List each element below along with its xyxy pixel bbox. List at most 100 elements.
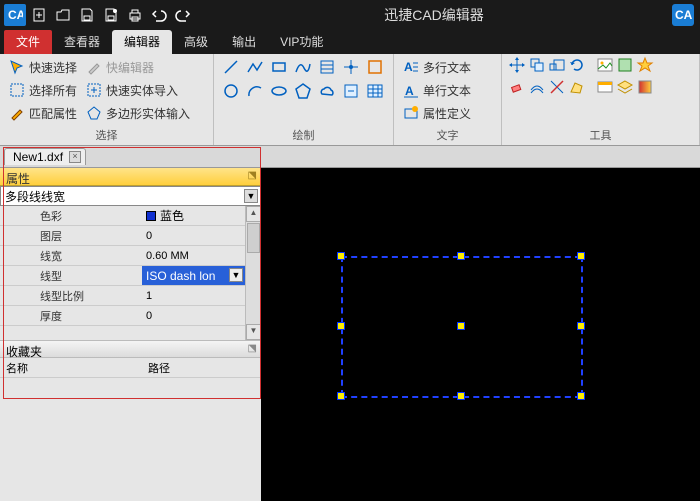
table-icon[interactable] — [364, 80, 386, 102]
scroll-up-icon[interactable]: ▲ — [246, 206, 261, 222]
pin-icon[interactable]: ⬔ — [248, 170, 257, 181]
grip[interactable] — [337, 322, 345, 330]
cursor-icon — [8, 58, 26, 76]
pin-icon[interactable]: ⬔ — [248, 343, 257, 354]
mtext-button[interactable]: A多行文本 — [400, 56, 473, 78]
tab-editor[interactable]: 编辑器 — [112, 30, 172, 54]
app-title: 迅捷CAD编辑器 — [196, 5, 672, 25]
stext-button[interactable]: A单行文本 — [400, 79, 473, 101]
import-icon — [85, 81, 103, 99]
group-label-text: 文字 — [400, 126, 495, 145]
scale-icon[interactable] — [548, 56, 566, 74]
file-tab[interactable]: New1.dxf × — [4, 148, 86, 165]
rect-icon[interactable] — [268, 56, 290, 78]
attdef-icon — [402, 104, 420, 122]
quick-editor-button: 快编辑器 — [83, 56, 192, 78]
attdef-button[interactable]: 属性定义 — [400, 102, 473, 124]
favorites-columns: 名称 路径 — [0, 358, 261, 378]
grip[interactable] — [337, 252, 345, 260]
entity-type-combo[interactable]: 多段线线宽▼ — [0, 186, 261, 206]
new-icon[interactable] — [28, 4, 50, 26]
grip[interactable] — [577, 322, 585, 330]
chevron-down-icon[interactable]: ▼ — [244, 189, 258, 203]
print-icon[interactable] — [124, 4, 146, 26]
tab-file[interactable]: 文件 — [4, 30, 52, 54]
mtext-icon: A — [402, 58, 420, 76]
open-icon[interactable] — [52, 4, 74, 26]
prop-row-linetype[interactable]: 线型ISO dash lon▼ — [0, 266, 245, 286]
scroll-down-icon[interactable]: ▼ — [246, 324, 261, 340]
rotate-icon[interactable] — [568, 56, 586, 74]
undo-icon[interactable] — [148, 4, 170, 26]
saveas-icon[interactable] — [100, 4, 122, 26]
quick-select-button[interactable]: 快速选择 — [6, 56, 79, 78]
grip[interactable] — [577, 392, 585, 400]
move-icon[interactable] — [508, 56, 526, 74]
draw-tools — [220, 56, 386, 126]
spline-icon[interactable] — [292, 56, 314, 78]
circle-icon[interactable] — [220, 80, 242, 102]
grip[interactable] — [337, 392, 345, 400]
tab-advanced[interactable]: 高级 — [172, 30, 220, 54]
gradient-icon[interactable] — [636, 78, 654, 96]
block-icon[interactable] — [616, 56, 634, 74]
prop-row-lineweight[interactable]: 线宽0.60 MM — [0, 246, 245, 266]
pencil-icon — [85, 58, 103, 76]
scrollbar[interactable]: ▲ ▼ — [245, 206, 261, 340]
hatch-icon[interactable] — [316, 56, 338, 78]
file-tab-bar: New1.dxf × — [0, 146, 700, 168]
scroll-thumb[interactable] — [247, 223, 260, 253]
stext-icon: A — [402, 81, 420, 99]
fav-col-path: 路径 — [142, 358, 176, 377]
polygon-entity-button[interactable]: 多边形实体输入 — [83, 102, 192, 124]
image-icon[interactable] — [596, 56, 614, 74]
polyline-icon[interactable] — [244, 56, 266, 78]
close-icon[interactable]: × — [69, 151, 81, 163]
polygon-import-icon — [85, 104, 103, 122]
properties-panel: 属性⬔ 多段线线宽▼ 色彩蓝色 图层0 线宽0.60 MM 线型ISO dash… — [0, 168, 261, 501]
explode-icon[interactable] — [636, 56, 654, 74]
grip[interactable] — [457, 392, 465, 400]
boundary-icon[interactable] — [364, 56, 386, 78]
chevron-down-icon[interactable]: ▼ — [229, 268, 243, 282]
drawing-canvas[interactable] — [261, 168, 700, 501]
tab-vip[interactable]: VIP功能 — [268, 30, 335, 54]
grip[interactable] — [457, 252, 465, 260]
tab-viewer[interactable]: 查看器 — [52, 30, 112, 54]
fav-col-name: 名称 — [0, 358, 142, 377]
polygon-icon[interactable] — [292, 80, 314, 102]
import-entity-button[interactable]: 快速实体导入 — [83, 79, 192, 101]
layer-icon[interactable] — [616, 78, 634, 96]
erase-icon[interactable] — [508, 78, 526, 96]
cad-badge-icon: CAD — [672, 4, 694, 26]
offset-icon[interactable] — [528, 78, 546, 96]
arc-icon[interactable] — [244, 80, 266, 102]
cloud-icon[interactable] — [316, 80, 338, 102]
area-icon[interactable] — [568, 78, 586, 96]
select-all-icon — [8, 81, 26, 99]
work-area: 属性⬔ 多段线线宽▼ 色彩蓝色 图层0 线宽0.60 MM 线型ISO dash… — [0, 168, 700, 501]
group-label-tools: 工具 — [508, 126, 693, 145]
line-icon[interactable] — [220, 56, 242, 78]
prop-row-layer[interactable]: 图层0 — [0, 226, 245, 246]
tab-output[interactable]: 输出 — [220, 30, 268, 54]
select-all-button[interactable]: 选择所有 — [6, 79, 79, 101]
svg-text:A: A — [405, 84, 414, 98]
grip[interactable] — [577, 252, 585, 260]
copy-icon[interactable] — [528, 56, 546, 74]
ribbon: 快速选择 选择所有 匹配属性 快编辑器 快速实体导入 多边形实体输入 选择 — [0, 54, 700, 146]
prop-row-thickness[interactable]: 厚度0 — [0, 306, 245, 326]
trim-icon[interactable] — [548, 78, 566, 96]
save-icon[interactable] — [76, 4, 98, 26]
ellipse-icon[interactable] — [268, 80, 290, 102]
prop-row-ltscale[interactable]: 线型比例1 — [0, 286, 245, 306]
grip[interactable] — [457, 322, 465, 330]
redo-icon[interactable] — [172, 4, 194, 26]
insert-icon[interactable] — [340, 80, 362, 102]
favorites-header[interactable]: 收藏夹⬔ — [0, 340, 261, 358]
ole-icon[interactable] — [596, 78, 614, 96]
point-icon[interactable] — [340, 56, 362, 78]
prop-row-color[interactable]: 色彩蓝色 — [0, 206, 245, 226]
match-props-button[interactable]: 匹配属性 — [6, 102, 79, 124]
menu-bar: 文件 查看器 编辑器 高级 输出 VIP功能 — [0, 30, 700, 54]
